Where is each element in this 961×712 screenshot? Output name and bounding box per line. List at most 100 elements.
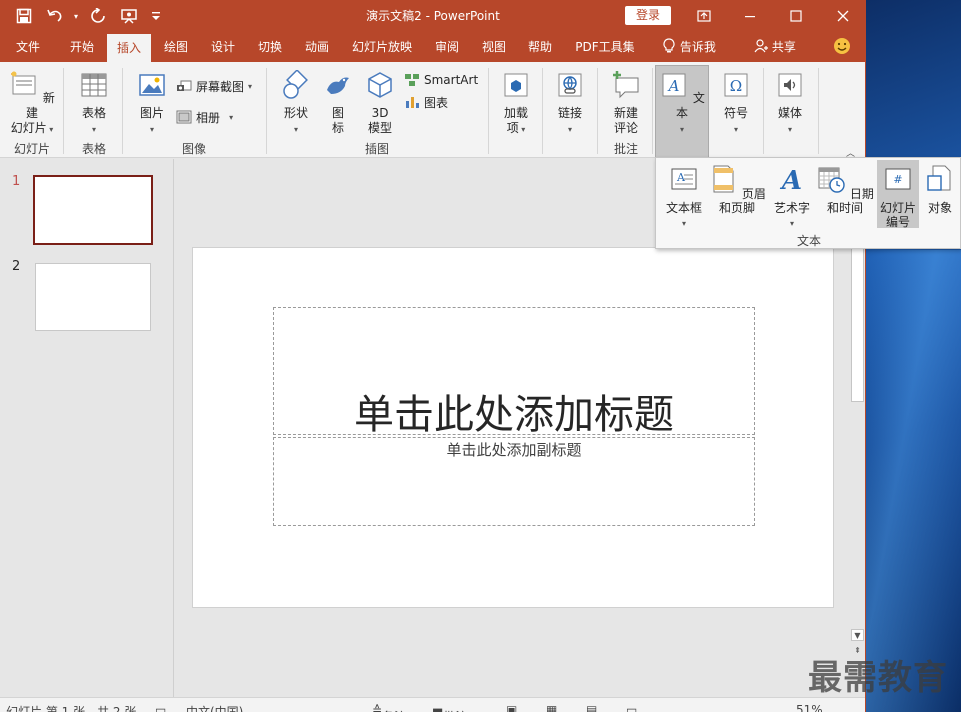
share-button[interactable]: 共享 xyxy=(745,32,805,62)
undo-dropdown[interactable]: ▾ xyxy=(70,0,82,32)
chevron-down-icon: ▾ xyxy=(46,125,54,134)
group-separator xyxy=(818,68,819,154)
tab-design[interactable]: 设计 xyxy=(202,32,244,62)
thumbnail-number: 1 xyxy=(12,174,21,189)
wordart-button[interactable]: A 艺术字 ▾ xyxy=(770,162,814,231)
slide-thumbnails-pane: 1 2 xyxy=(0,159,174,697)
tab-home[interactable]: 开始 xyxy=(58,32,106,62)
add-ins-button[interactable]: 加载 项 ▾ xyxy=(496,70,536,137)
group-label-illustrations: 插图 xyxy=(364,142,389,156)
chevron-down-icon: ▾ xyxy=(679,125,684,134)
svg-text:A: A xyxy=(779,166,802,194)
redo-button[interactable] xyxy=(82,0,113,32)
svg-text:A: A xyxy=(667,77,680,95)
ribbon-display-options-button[interactable] xyxy=(681,0,727,32)
smartart-button[interactable]: SmartArt xyxy=(404,70,478,90)
zoom-level[interactable]: 51% xyxy=(796,703,823,712)
slideshow-view-button[interactable]: ▭ xyxy=(626,703,637,712)
new-comment-button[interactable]: 新建 评论 xyxy=(604,70,648,136)
symbols-button[interactable]: Ω 符号 ▾ xyxy=(714,70,758,137)
tab-insert[interactable]: 插入 xyxy=(107,34,151,62)
screenshot-button[interactable]: 屏幕截图 ▾ xyxy=(176,76,252,96)
chevron-down-icon: ▾ xyxy=(681,219,686,228)
tab-help[interactable]: 帮助 xyxy=(519,32,561,62)
ribbon-tabs: 文件 开始 插入 绘图 设计 切换 动画 幻灯片放映 审阅 视图 帮助 PDF工… xyxy=(0,32,865,62)
close-button[interactable] xyxy=(820,0,865,32)
slide-number-button[interactable]: # 幻灯片 编号 xyxy=(877,160,919,229)
scrollbar-thumb[interactable] xyxy=(851,247,864,402)
language-status[interactable]: 中文(中国) xyxy=(186,703,243,712)
chevron-down-icon: ▾ xyxy=(248,81,253,91)
scroll-down-button[interactable]: ▼ xyxy=(851,629,864,641)
tab-transitions[interactable]: 切换 xyxy=(249,32,291,62)
shapes-label: 形状 xyxy=(283,106,308,120)
tab-file[interactable]: 文件 xyxy=(4,32,52,62)
slide-thumbnail-2[interactable] xyxy=(35,263,151,331)
chevron-down-icon: ▾ xyxy=(149,125,154,134)
symbols-label: 符号 xyxy=(723,106,748,120)
slide-thumbnail-1[interactable] xyxy=(33,175,153,245)
maximize-button[interactable] xyxy=(773,0,819,32)
shapes-button[interactable]: 形状 ▾ xyxy=(276,69,316,137)
chart-icon xyxy=(406,97,419,108)
title-placeholder-text: 单击此处添加标题 xyxy=(354,392,674,438)
save-button[interactable] xyxy=(8,0,39,32)
icons-button[interactable]: 图 标 xyxy=(320,70,356,136)
shapes-icon xyxy=(283,69,308,99)
3d-models-button[interactable]: 3D 模型 xyxy=(360,70,400,136)
tell-me-label: 告诉我 xyxy=(679,40,716,54)
link-button[interactable]: 链接 ▾ xyxy=(550,70,590,137)
undo-button[interactable] xyxy=(39,0,70,32)
header-footer-icon xyxy=(713,165,734,193)
tab-pdf-tools[interactable]: PDF工具集 xyxy=(570,32,640,62)
desktop-light-beam xyxy=(866,250,961,712)
group-label-slides: 幻灯片 xyxy=(13,142,50,156)
text-box-icon: A xyxy=(662,73,686,97)
photo-album-button[interactable]: 相册 ▾ xyxy=(176,107,233,127)
spell-check-icon[interactable]: ▭ xyxy=(155,703,166,712)
desktop-background xyxy=(866,0,961,712)
group-separator xyxy=(763,68,764,154)
tell-me-search[interactable]: 告诉我 xyxy=(653,32,725,62)
tab-review[interactable]: 审阅 xyxy=(426,32,468,62)
chart-button[interactable]: 图表 xyxy=(404,92,448,112)
photo-album-label: 相册 xyxy=(196,110,221,125)
powerpoint-window: ▾ 演示文稿2 - PowerPoint 登录 文件 开始 插入 绘图 设计 切… xyxy=(0,0,866,712)
date-time-button[interactable]: 日期和时间 xyxy=(814,162,876,215)
comments-button[interactable]: ▬ 批注 xyxy=(432,703,467,712)
title-placeholder[interactable]: 单击此处添加标题 xyxy=(273,307,755,438)
slide-sorter-button[interactable]: ▦ xyxy=(546,703,557,712)
undo-icon xyxy=(46,9,61,22)
table-button[interactable]: 表格 ▾ xyxy=(72,70,116,137)
tab-draw[interactable]: 绘图 xyxy=(155,32,197,62)
header-footer-button[interactable]: 页眉和页脚 xyxy=(706,162,768,215)
group-label-comments: 批注 xyxy=(613,142,638,156)
minimize-button[interactable] xyxy=(727,0,773,32)
login-button[interactable]: 登录 xyxy=(625,6,671,25)
tab-slideshow[interactable]: 幻灯片放映 xyxy=(346,32,418,62)
tab-animations[interactable]: 动画 xyxy=(296,32,338,62)
start-slideshow-button[interactable] xyxy=(113,0,144,32)
feedback-button[interactable] xyxy=(828,32,856,62)
reading-view-button[interactable]: ▤ xyxy=(586,703,597,712)
object-button[interactable]: 对象 xyxy=(920,162,960,215)
calendar-clock-icon xyxy=(818,167,845,193)
link-label: 链接 xyxy=(557,106,582,120)
smartart-label: SmartArt xyxy=(424,73,479,87)
customize-qat-button[interactable] xyxy=(144,0,168,32)
text-button[interactable]: A 文本 ▾ xyxy=(658,70,706,137)
text-box-button[interactable]: A 文本框 ▾ xyxy=(662,162,706,231)
normal-view-button[interactable]: ▣ xyxy=(506,703,517,712)
picture-button[interactable]: 图片 ▾ xyxy=(130,70,174,137)
subtitle-placeholder[interactable]: 单击此处添加副标题 xyxy=(273,437,755,526)
media-label: 媒体 xyxy=(777,106,802,120)
text-dropdown-panel: A 文本框 ▾ 页眉和页脚 A 艺术字 ▾ 日期和时间 # 幻灯片 编号 对象 文本 xyxy=(655,157,961,249)
group-separator xyxy=(266,68,267,154)
chevron-down-icon: ▾ xyxy=(224,112,234,122)
table-icon xyxy=(81,73,107,97)
tab-view[interactable]: 视图 xyxy=(473,32,515,62)
media-button[interactable]: 媒体 ▾ xyxy=(768,70,812,137)
new-slide-button[interactable]: 新建 幻灯片 ▾ xyxy=(6,70,58,137)
slide-canvas: 单击此处添加标题 单击此处添加副标题 xyxy=(192,247,834,608)
notes-button[interactable]: ≙ 备注 xyxy=(372,703,406,712)
